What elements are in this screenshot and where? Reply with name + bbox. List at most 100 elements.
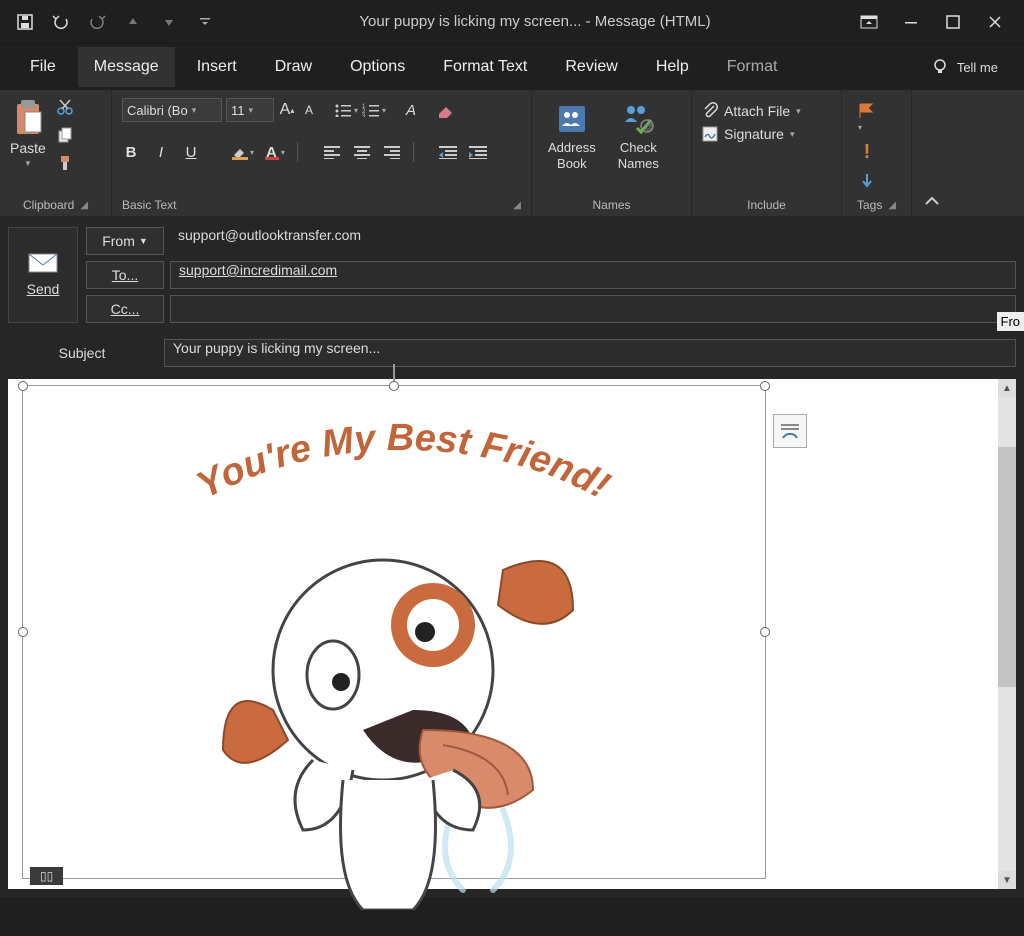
menu-message[interactable]: Message [78, 47, 175, 87]
menu-draw[interactable]: Draw [259, 47, 328, 87]
send-button[interactable]: Send [8, 227, 78, 323]
indent-decrease-icon[interactable] [439, 142, 457, 162]
address-book-icon [555, 102, 589, 136]
paste-button[interactable]: Paste ▾ [10, 98, 46, 169]
to-button[interactable]: To... [86, 261, 164, 289]
font-size-combo[interactable]: 11▾ [226, 98, 274, 122]
close-icon[interactable] [986, 13, 1004, 31]
resize-handle[interactable] [389, 381, 399, 391]
redo-icon[interactable] [88, 13, 106, 31]
svg-text:3: 3 [362, 114, 366, 117]
cc-field[interactable] [170, 295, 1016, 323]
low-importance-icon[interactable] [860, 172, 874, 190]
prev-icon[interactable] [124, 13, 142, 31]
attach-file-button[interactable]: Attach File ▾ [702, 102, 801, 120]
high-importance-icon[interactable]: ! [864, 141, 871, 164]
menu-format[interactable]: Format [711, 47, 794, 87]
ribbon-display-icon[interactable] [860, 13, 878, 31]
resize-handle[interactable] [18, 381, 28, 391]
scroll-thumb[interactable] [998, 447, 1016, 687]
ribbon: Paste ▾ Clipboard ◢ Calibri (Bo▾ 11▾ A▴ A… [0, 90, 1024, 217]
send-label: Send [27, 281, 60, 297]
rotate-handle[interactable] [393, 364, 395, 382]
subject-row: Subject Your puppy is licking my screen.… [0, 333, 1024, 379]
to-field[interactable]: support@incredimail.com [170, 261, 1016, 289]
check-names-button[interactable]: @ Check Names [612, 98, 665, 175]
shrink-font-icon[interactable]: A [300, 100, 318, 120]
from-field[interactable]: support@outlooktransfer.com [170, 227, 1016, 255]
menu-options[interactable]: Options [334, 47, 421, 87]
paste-label: Paste [10, 140, 46, 156]
menu-insert[interactable]: Insert [181, 47, 253, 87]
basic-text-launcher-icon[interactable]: ◢ [513, 200, 521, 211]
subject-field[interactable]: Your puppy is licking my screen... [164, 339, 1016, 367]
font-name-combo[interactable]: Calibri (Bo▾ [122, 98, 222, 122]
collapse-ribbon-icon[interactable] [912, 188, 952, 216]
undo-icon[interactable] [52, 13, 70, 31]
numbering-icon[interactable]: 123▾ [362, 100, 386, 120]
copy-icon[interactable] [56, 126, 74, 144]
window-title: Your puppy is licking my screen... - Mes… [230, 13, 840, 30]
compose-area: Send From ▼ support@outlooktransfer.com … [0, 217, 1024, 897]
envelope-icon [28, 253, 58, 273]
message-body[interactable]: ▲ ▼ You're My Best Friend! [8, 379, 1016, 889]
menu-help[interactable]: Help [640, 47, 705, 87]
save-icon[interactable] [16, 13, 34, 31]
scroll-up-icon[interactable]: ▲ [998, 379, 1016, 397]
italic-button[interactable]: I [152, 142, 170, 162]
clear-format-icon[interactable]: A [402, 100, 420, 120]
group-tags: ▾ ! Tags◢ [842, 90, 912, 216]
paste-more-icon[interactable]: ▾ [26, 158, 31, 169]
group-basic-text: Calibri (Bo▾ 11▾ A▴ A ▾ 123▾ A B I U ▾ A… [112, 90, 532, 216]
follow-up-icon[interactable]: ▾ [858, 102, 876, 133]
underline-button[interactable]: U [182, 142, 200, 162]
format-painter-icon[interactable] [56, 154, 74, 172]
menu-format-text[interactable]: Format Text [427, 47, 543, 87]
resize-handle[interactable] [760, 381, 770, 391]
names-label: Names [592, 198, 630, 212]
signature-button[interactable]: Signature ▾ [702, 126, 801, 142]
tell-me-label: Tell me [957, 60, 998, 75]
indent-increase-icon[interactable] [469, 142, 487, 162]
title-bar: Your puppy is licking my screen... - Mes… [0, 0, 1024, 44]
svg-text:@: @ [644, 122, 653, 132]
bold-button[interactable]: B [122, 142, 140, 162]
scroll-down-icon[interactable]: ▼ [998, 871, 1016, 889]
message-header: Send From ▼ support@outlooktransfer.com … [0, 217, 1024, 333]
menu-review[interactable]: Review [549, 47, 633, 87]
clipboard-label: Clipboard [23, 198, 74, 212]
image-selection[interactable]: You're My Best Friend! [22, 385, 766, 879]
quick-access-toolbar [0, 13, 230, 31]
status-tab: ▯▯ [30, 867, 63, 885]
menu-file[interactable]: File [14, 47, 72, 87]
align-center-icon[interactable] [353, 142, 371, 162]
eraser-icon[interactable] [436, 100, 456, 120]
from-clipped-tag: Fro [997, 312, 1024, 331]
layout-options-icon[interactable] [773, 414, 807, 448]
qat-more-icon[interactable] [196, 13, 214, 31]
puppy-image: You're My Best Friend! [103, 410, 703, 910]
group-clipboard: Paste ▾ Clipboard ◢ [0, 90, 112, 216]
resize-handle[interactable] [760, 627, 770, 637]
svg-text:You're My Best Friend!: You're My Best Friend! [190, 417, 616, 507]
cut-icon[interactable] [56, 98, 74, 116]
tags-launcher-icon[interactable]: ◢ [888, 200, 896, 211]
tell-me[interactable]: Tell me [919, 58, 1010, 76]
bullets-icon[interactable]: ▾ [334, 100, 358, 120]
cc-button[interactable]: Cc... [86, 295, 164, 323]
highlight-icon[interactable]: ▾ [230, 142, 254, 162]
next-icon[interactable] [160, 13, 178, 31]
grow-font-icon[interactable]: A▴ [278, 100, 296, 120]
subject-label: Subject [8, 345, 156, 361]
align-left-icon[interactable] [323, 142, 341, 162]
vertical-scrollbar[interactable]: ▲ ▼ [998, 379, 1016, 889]
clipboard-launcher-icon[interactable]: ◢ [80, 200, 88, 211]
address-book-button[interactable]: Address Book [542, 98, 602, 175]
minimize-icon[interactable] [902, 13, 920, 31]
align-right-icon[interactable] [383, 142, 401, 162]
paperclip-icon [702, 102, 718, 120]
from-button[interactable]: From ▼ [86, 227, 164, 255]
maximize-icon[interactable] [944, 13, 962, 31]
resize-handle[interactable] [18, 627, 28, 637]
font-color-icon[interactable]: A▾ [266, 142, 285, 162]
